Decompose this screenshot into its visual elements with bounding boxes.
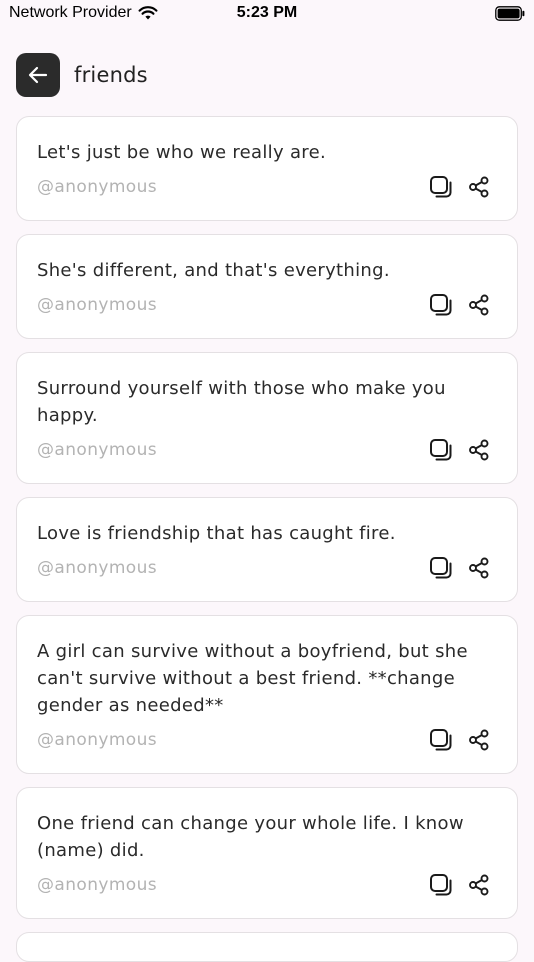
- quote-footer: @anonymous: [37, 872, 497, 898]
- copy-button[interactable]: [429, 438, 453, 462]
- quote-text: One friend can change your whole life. I…: [37, 813, 464, 861]
- quote-text: Let's just be who we really are.: [37, 142, 326, 163]
- quote-actions: [429, 728, 491, 752]
- quote-footer: @anonymous: [37, 437, 497, 463]
- copy-button[interactable]: [429, 556, 453, 580]
- quote-card: One friend can change your whole life. I…: [16, 787, 518, 919]
- copy-button[interactable]: [429, 873, 453, 897]
- quote-list: Let's just be who we really are. @anonym…: [16, 116, 518, 962]
- share-button[interactable]: [467, 873, 491, 897]
- arrow-left-icon: [28, 66, 48, 83]
- copy-icon: [430, 176, 452, 198]
- quote-actions: [429, 293, 491, 317]
- copy-button[interactable]: [429, 728, 453, 752]
- quote-actions: [429, 873, 491, 897]
- copy-icon: [430, 557, 452, 579]
- copy-button[interactable]: [429, 175, 453, 199]
- quote-footer: @anonymous: [37, 174, 497, 200]
- quote-author: @anonymous: [37, 875, 158, 895]
- quote-footer: @anonymous: [37, 292, 497, 318]
- back-button[interactable]: [16, 52, 60, 97]
- quote-card: Love is friendship that has caught fire.…: [16, 497, 518, 602]
- battery-icon: [495, 6, 525, 21]
- copy-icon: [430, 294, 452, 316]
- share-button[interactable]: [467, 438, 491, 462]
- quote-text: She's different, and that's everything.: [37, 260, 390, 281]
- share-button[interactable]: [467, 728, 491, 752]
- copy-icon: [430, 729, 452, 751]
- quote-author: @anonymous: [37, 295, 158, 315]
- quote-author: @anonymous: [37, 440, 158, 460]
- share-button[interactable]: [467, 175, 491, 199]
- share-icon: [469, 729, 489, 751]
- share-button[interactable]: [467, 556, 491, 580]
- quote-actions: [429, 175, 491, 199]
- status-bar: Network Provider 5:23 PM: [0, 0, 534, 28]
- share-icon: [469, 294, 489, 316]
- quote-author: @anonymous: [37, 730, 158, 750]
- quote-author: @anonymous: [37, 558, 158, 578]
- page-title: friends: [74, 62, 148, 87]
- quote-text: Love is friendship that has caught fire.: [37, 523, 396, 544]
- quote-actions: [429, 556, 491, 580]
- share-button[interactable]: [467, 293, 491, 317]
- copy-button[interactable]: [429, 293, 453, 317]
- copy-icon: [430, 439, 452, 461]
- quote-actions: [429, 438, 491, 462]
- share-icon: [469, 874, 489, 896]
- copy-icon: [430, 874, 452, 896]
- quote-author: @anonymous: [37, 177, 158, 197]
- quote-card-partial: [16, 932, 518, 962]
- quote-footer: @anonymous: [37, 555, 497, 581]
- share-icon: [469, 557, 489, 579]
- page-header: friends: [16, 52, 148, 97]
- quote-card: Let's just be who we really are. @anonym…: [16, 116, 518, 221]
- quote-footer: @anonymous: [37, 727, 497, 753]
- status-time: 5:23 PM: [236, 4, 298, 21]
- quote-card: She's different, and that's everything. …: [16, 234, 518, 339]
- quote-text: Surround yourself with those who make yo…: [37, 378, 446, 426]
- quote-text: A girl can survive without a boyfriend, …: [37, 641, 468, 716]
- quote-card: Surround yourself with those who make yo…: [16, 352, 518, 484]
- share-icon: [469, 176, 489, 198]
- share-icon: [469, 439, 489, 461]
- quote-card: A girl can survive without a boyfriend, …: [16, 615, 518, 774]
